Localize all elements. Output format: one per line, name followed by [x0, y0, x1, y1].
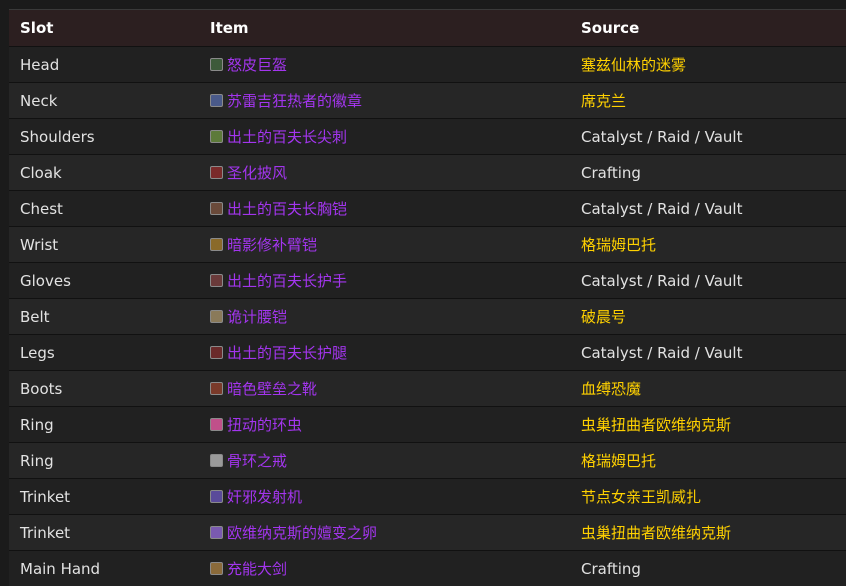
- amulet-icon: [210, 94, 223, 107]
- item-link[interactable]: 暗影修补臂铠: [210, 234, 317, 255]
- slot-label: Legs: [20, 343, 55, 362]
- gear-table-panel: Slot Item Source Head 怒皮巨盔 塞兹仙林的迷雾 Neck 苏雷吉狂…: [0, 0, 846, 586]
- trinket-icon: [210, 526, 223, 539]
- source-label: Crafting: [581, 163, 641, 182]
- ring-icon: [210, 418, 223, 431]
- item-name[interactable]: 骨环之戒: [227, 450, 287, 471]
- header-slot[interactable]: Slot: [20, 19, 53, 37]
- table-row: Shoulders 出土的百夫长尖刺 Catalyst / Raid / Vault: [9, 118, 846, 154]
- item-name[interactable]: 出土的百夫长胸铠: [227, 198, 347, 219]
- slot-label: Head: [20, 55, 60, 74]
- table-row: Gloves 出土的百夫长护手 Catalyst / Raid / Vault: [9, 262, 846, 298]
- table-body: Head 怒皮巨盔 塞兹仙林的迷雾 Neck 苏雷吉狂热者的徽章 席克兰 Shoulders…: [9, 46, 846, 586]
- item-link[interactable]: 出土的百夫长尖刺: [210, 126, 347, 147]
- item-link[interactable]: 暗色壁垒之靴: [210, 378, 317, 399]
- item-link[interactable]: 奸邪发射机: [210, 486, 302, 507]
- table-row: Ring 骨环之戒 格瑞姆巴托: [9, 442, 846, 478]
- item-name[interactable]: 圣化披风: [227, 162, 287, 183]
- slot-label: Gloves: [20, 271, 71, 290]
- slot-label: Boots: [20, 379, 63, 398]
- item-link[interactable]: 扭动的环虫: [210, 414, 302, 435]
- source-label: Crafting: [581, 559, 641, 578]
- source-label[interactable]: 虫巢扭曲者欧维纳克斯: [581, 522, 731, 543]
- slot-label: Belt: [20, 307, 50, 326]
- item-name[interactable]: 怒皮巨盔: [227, 54, 287, 75]
- table-row: Chest 出土的百夫长胸铠 Catalyst / Raid / Vault: [9, 190, 846, 226]
- source-label: Catalyst / Raid / Vault: [581, 127, 743, 146]
- table-row: Trinket 欧维纳克斯的嬗变之卵 虫巢扭曲者欧维纳克斯: [9, 514, 846, 550]
- table-header: Slot Item Source: [9, 10, 846, 46]
- source-label[interactable]: 节点女亲王凯威扎: [581, 486, 701, 507]
- item-name[interactable]: 奸邪发射机: [227, 486, 302, 507]
- item-name[interactable]: 欧维纳克斯的嬗变之卵: [227, 522, 377, 543]
- item-link[interactable]: 出土的百夫长护手: [210, 270, 347, 291]
- table-row: Belt 诡计腰铠 破晨号: [9, 298, 846, 334]
- item-link[interactable]: 欧维纳克斯的嬗变之卵: [210, 522, 377, 543]
- cloak-icon: [210, 166, 223, 179]
- source-label[interactable]: 血缚恐魔: [581, 378, 641, 399]
- table-row: Boots 暗色壁垒之靴 血缚恐魔: [9, 370, 846, 406]
- item-link[interactable]: 诡计腰铠: [210, 306, 287, 327]
- item-name[interactable]: 出土的百夫长护手: [227, 270, 347, 291]
- source-label[interactable]: 格瑞姆巴托: [581, 450, 656, 471]
- gloves-icon: [210, 274, 223, 287]
- slot-label: Wrist: [20, 235, 59, 254]
- gear-table: Slot Item Source Head 怒皮巨盔 塞兹仙林的迷雾 Neck 苏雷吉狂…: [9, 9, 846, 586]
- source-label[interactable]: 虫巢扭曲者欧维纳克斯: [581, 414, 731, 435]
- item-link[interactable]: 出土的百夫长胸铠: [210, 198, 347, 219]
- helm-icon: [210, 58, 223, 71]
- item-name[interactable]: 诡计腰铠: [227, 306, 287, 327]
- item-link[interactable]: 骨环之戒: [210, 450, 287, 471]
- table-row: Neck 苏雷吉狂热者的徽章 席克兰: [9, 82, 846, 118]
- header-source[interactable]: Source: [581, 19, 639, 37]
- table-row: Head 怒皮巨盔 塞兹仙林的迷雾: [9, 46, 846, 82]
- slot-label: Ring: [20, 415, 54, 434]
- header-item[interactable]: Item: [210, 19, 249, 37]
- source-label: Catalyst / Raid / Vault: [581, 271, 743, 290]
- item-link[interactable]: 圣化披风: [210, 162, 287, 183]
- source-label[interactable]: 格瑞姆巴托: [581, 234, 656, 255]
- slot-label: Cloak: [20, 163, 62, 182]
- bracer-icon: [210, 238, 223, 251]
- ring-icon: [210, 454, 223, 467]
- sword-icon: [210, 562, 223, 575]
- source-label[interactable]: 破晨号: [581, 306, 626, 327]
- trinket-icon: [210, 490, 223, 503]
- item-name[interactable]: 暗影修补臂铠: [227, 234, 317, 255]
- table-row: Legs 出土的百夫长护腿 Catalyst / Raid / Vault: [9, 334, 846, 370]
- slot-label: Main Hand: [20, 559, 101, 578]
- source-label[interactable]: 席克兰: [581, 90, 626, 111]
- table-row: Ring 扭动的环虫 虫巢扭曲者欧维纳克斯: [9, 406, 846, 442]
- item-link[interactable]: 出土的百夫长护腿: [210, 342, 347, 363]
- item-name[interactable]: 充能大剑: [227, 558, 287, 579]
- table-row: Wrist 暗影修补臂铠 格瑞姆巴托: [9, 226, 846, 262]
- belt-icon: [210, 310, 223, 323]
- item-name[interactable]: 出土的百夫长尖刺: [227, 126, 347, 147]
- source-label[interactable]: 塞兹仙林的迷雾: [581, 54, 686, 75]
- slot-label: Trinket: [20, 487, 71, 506]
- slot-label: Chest: [20, 199, 63, 218]
- item-link[interactable]: 怒皮巨盔: [210, 54, 287, 75]
- item-link[interactable]: 苏雷吉狂热者的徽章: [210, 90, 362, 111]
- table-row: Cloak 圣化披风 Crafting: [9, 154, 846, 190]
- item-link[interactable]: 充能大剑: [210, 558, 287, 579]
- item-name[interactable]: 暗色壁垒之靴: [227, 378, 317, 399]
- source-label: Catalyst / Raid / Vault: [581, 199, 743, 218]
- shoulder-icon: [210, 130, 223, 143]
- slot-label: Ring: [20, 451, 54, 470]
- table-row: Trinket 奸邪发射机 节点女亲王凯威扎: [9, 478, 846, 514]
- item-name[interactable]: 出土的百夫长护腿: [227, 342, 347, 363]
- boots-icon: [210, 382, 223, 395]
- chest-icon: [210, 202, 223, 215]
- slot-label: Neck: [20, 91, 58, 110]
- table-row: Main Hand 充能大剑 Crafting: [9, 550, 846, 586]
- item-name[interactable]: 苏雷吉狂热者的徽章: [227, 90, 362, 111]
- slot-label: Trinket: [20, 523, 71, 542]
- legs-icon: [210, 346, 223, 359]
- item-name[interactable]: 扭动的环虫: [227, 414, 302, 435]
- slot-label: Shoulders: [20, 127, 95, 146]
- source-label: Catalyst / Raid / Vault: [581, 343, 743, 362]
